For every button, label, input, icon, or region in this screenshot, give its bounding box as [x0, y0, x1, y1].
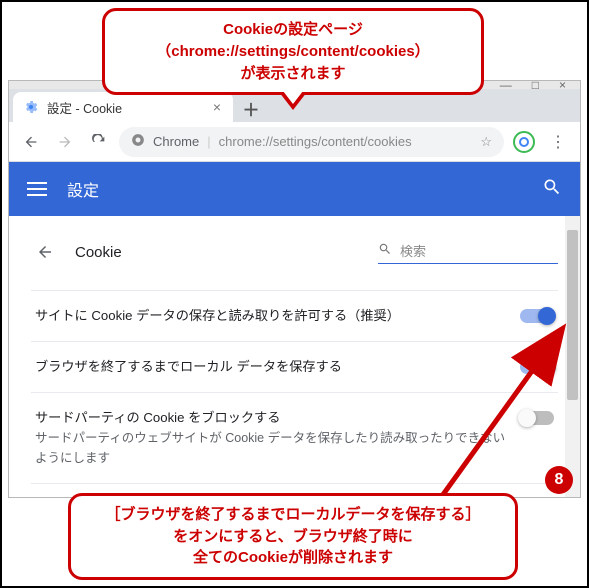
browser-menu-button[interactable]: ⋮ [544, 128, 572, 156]
omnibox-origin: Chrome [153, 134, 199, 149]
callout-arrow-icon [279, 92, 307, 110]
extension-icon[interactable] [510, 128, 538, 156]
settings-search-button[interactable] [542, 177, 562, 202]
setting-title: ブラウザを終了するまでローカル データを保存する [35, 357, 508, 377]
callout-top-line1: Cookieの設定ページ [121, 19, 465, 41]
scrollbar[interactable] [565, 216, 580, 497]
settings-list: サイトに Cookie データの保存と読み取りを許可する（推奨） ブラウザを終了… [31, 290, 558, 497]
bookmark-star-icon[interactable]: ☆ [480, 134, 492, 150]
toggle-block-third-party[interactable] [520, 411, 554, 425]
setting-desc: サードパーティのウェブサイトが Cookie データを保存したり読み取ったりでき… [35, 429, 508, 468]
magnifier-icon [378, 242, 392, 259]
tab-title: 設定 - Cookie [47, 98, 122, 117]
omnibox-url: chrome://settings/content/cookies [219, 134, 412, 149]
browser-window: — □ × 設定 - Cookie × ＋ Chrome | c [8, 80, 581, 498]
step-number: 8 [555, 471, 564, 489]
callout-bottom-line3: 全てのCookieが削除されます [87, 547, 499, 569]
setting-title: サイトに Cookie データの保存と読み取りを許可する（推奨） [35, 306, 508, 326]
tab-close-button[interactable]: × [213, 99, 221, 115]
settings-app-title: 設定 [67, 177, 99, 201]
setting-title: サードパーティの Cookie をブロックする [35, 408, 508, 428]
callout-top-line3: が表示されます [121, 63, 465, 85]
callout-bottom: ［ブラウザを終了するまでローカルデータを保存する］ をオンにすると、ブラウザ終了… [68, 493, 518, 580]
back-button[interactable] [17, 128, 45, 156]
section-title: Cookie [75, 244, 122, 261]
browser-tab[interactable]: 設定 - Cookie × [13, 92, 233, 122]
address-bar[interactable]: Chrome | chrome://settings/content/cooki… [119, 127, 504, 157]
settings-app-bar: 設定 [9, 162, 580, 216]
new-tab-button[interactable]: ＋ [237, 94, 265, 122]
callout-bottom-line1: ［ブラウザを終了するまでローカルデータを保存する］ [87, 504, 499, 526]
section-back-button[interactable] [31, 238, 59, 266]
gear-icon [23, 99, 39, 115]
toggle-keep-until-quit[interactable] [520, 360, 554, 374]
settings-content: Cookie 検索 サイトに Cookie データの保存と読み取りを許可する（推… [9, 216, 580, 497]
setting-allow-cookies[interactable]: サイトに Cookie データの保存と読み取りを許可する（推奨） [31, 290, 558, 342]
section-header: Cookie 検索 [31, 230, 558, 280]
hamburger-menu-button[interactable] [27, 182, 47, 196]
reload-button[interactable] [85, 128, 113, 156]
setting-keep-until-quit[interactable]: ブラウザを終了するまでローカル データを保存する [31, 342, 558, 393]
chrome-page-icon [131, 133, 145, 150]
setting-block-third-party[interactable]: サードパーティの Cookie をブロックする サードパーティのウェブサイトが … [31, 393, 558, 485]
forward-button[interactable] [51, 128, 79, 156]
callout-top: Cookieの設定ページ （chrome://settings/content/… [102, 8, 484, 95]
browser-toolbar: Chrome | chrome://settings/content/cooki… [9, 122, 580, 162]
search-placeholder: 検索 [400, 241, 426, 260]
omnibox-separator: | [207, 134, 210, 149]
toggle-allow-cookies[interactable] [520, 309, 554, 323]
step-badge: 8 [545, 466, 573, 494]
callout-bottom-line2: をオンにすると、ブラウザ終了時に [87, 526, 499, 548]
settings-search-field[interactable]: 検索 [378, 241, 558, 264]
scrollbar-thumb[interactable] [567, 230, 578, 400]
callout-top-line2: （chrome://settings/content/cookies） [121, 41, 465, 63]
